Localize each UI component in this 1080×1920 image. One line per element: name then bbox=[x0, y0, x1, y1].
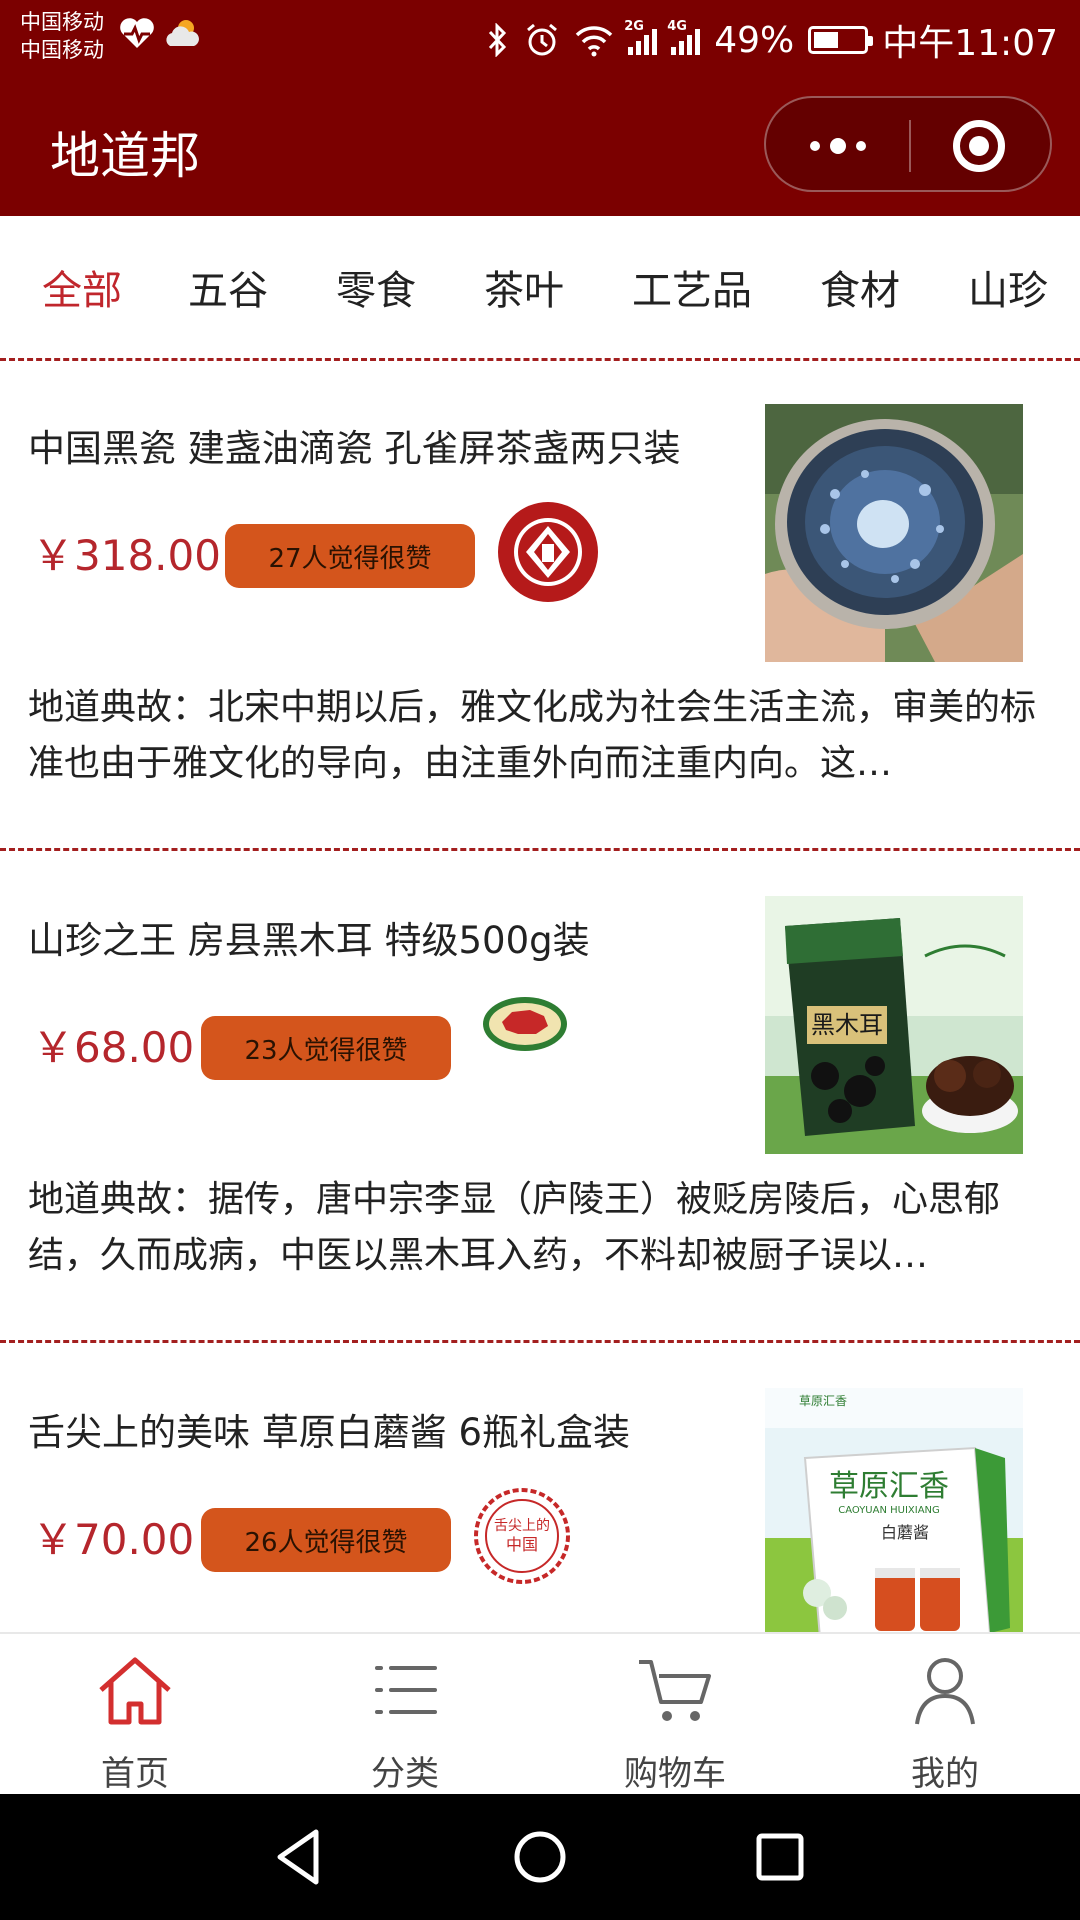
health-heart-icon bbox=[120, 18, 154, 48]
title-bar: 地道邦 bbox=[0, 72, 1080, 216]
nav-home[interactable]: 首页 bbox=[0, 1634, 270, 1796]
tab-all[interactable]: 全部 bbox=[42, 258, 122, 316]
image-product-label: 白蘑酱 bbox=[881, 1523, 929, 1542]
carrier-2-label: 中国移动 bbox=[20, 38, 104, 62]
product-title[interactable]: 山珍之王 房县黑木耳 特级500g装 bbox=[28, 910, 590, 964]
category-tabs: 全部 五谷 零食 茶叶 工艺品 食材 山珍 bbox=[0, 216, 1080, 358]
more-button[interactable] bbox=[766, 98, 909, 194]
wifi-icon bbox=[575, 26, 613, 57]
product-price: ￥318.00 bbox=[32, 531, 221, 580]
geographic-indication-seal-icon bbox=[483, 997, 567, 1051]
close-button[interactable] bbox=[907, 98, 1050, 194]
more-dot-icon bbox=[809, 141, 820, 151]
nav-cart[interactable]: 购物车 bbox=[540, 1634, 810, 1796]
tea-bowl-image bbox=[765, 404, 1023, 662]
home-icon bbox=[99, 1657, 171, 1725]
product-price: ￥70.00 bbox=[32, 1515, 195, 1564]
product-title[interactable]: 舌尖上的美味 草原白蘑酱 6瓶礼盒装 bbox=[28, 1402, 630, 1456]
alarm-icon bbox=[527, 23, 558, 56]
tab-ingredients[interactable]: 食材 bbox=[820, 258, 900, 316]
list-icon bbox=[375, 1666, 437, 1714]
nav-category[interactable]: 分类 bbox=[270, 1634, 540, 1796]
back-icon[interactable] bbox=[266, 1822, 336, 1892]
product-card[interactable]: 山珍之王 房县黑木耳 特级500g装 ￥68.00 23人觉得很赞 黑木耳 地道… bbox=[0, 850, 1080, 1340]
product-card[interactable]: 中国黑瓷 建盏油滴瓷 孔雀屏茶盏两只装 ￥318.00 27人觉得很赞 地道典故… bbox=[0, 358, 1080, 848]
image-brand-large: 草原汇香 bbox=[829, 1469, 949, 1504]
tab-crafts[interactable]: 工艺品 bbox=[632, 258, 752, 316]
nav-category-label: 分类 bbox=[371, 1754, 439, 1794]
nav-home-label: 首页 bbox=[101, 1754, 169, 1794]
image-brand-english: CAOYUAN HUIXIANG bbox=[838, 1505, 940, 1516]
likes-badge[interactable]: 23人觉得很赞 bbox=[201, 1016, 451, 1080]
status-bar: 中国移动 中国移动 2G 4G 49% 中午11:07 bbox=[0, 0, 1080, 72]
tab-mountain-delicacies[interactable]: 山珍 bbox=[968, 258, 1048, 316]
battery-icon bbox=[808, 26, 874, 54]
status-right: 2G 4G 49% 中午11:07 bbox=[486, 14, 1058, 66]
seal-text-line-2: 中国 bbox=[506, 1535, 538, 1554]
more-dot-icon bbox=[829, 138, 846, 154]
more-dot-icon bbox=[855, 141, 866, 151]
product-price: ￥68.00 bbox=[32, 1023, 195, 1072]
china-on-the-tongue-seal-icon: 舌尖上的 中国 bbox=[474, 1488, 570, 1584]
product-title[interactable]: 中国黑瓷 建盏油滴瓷 孔雀屏茶盏两只装 bbox=[28, 418, 681, 472]
black-fungus-image: 黑木耳 bbox=[765, 896, 1023, 1154]
system-navigation-bar bbox=[0, 1794, 1080, 1920]
package-label-text: 黑木耳 bbox=[811, 1011, 883, 1039]
weather-cloudy-icon bbox=[166, 20, 199, 46]
tab-grains[interactable]: 五谷 bbox=[188, 258, 268, 316]
recent-apps-icon[interactable] bbox=[745, 1822, 815, 1892]
nav-cart-label: 购物车 bbox=[624, 1754, 726, 1794]
tab-tea[interactable]: 茶叶 bbox=[484, 258, 564, 316]
product-image[interactable]: 黑木耳 bbox=[765, 896, 1023, 1154]
close-target-icon bbox=[952, 120, 1005, 172]
tab-snacks[interactable]: 零食 bbox=[336, 258, 416, 316]
heritage-seal-icon bbox=[498, 502, 598, 602]
product-story: 地道典故：北宋中期以后，雅文化成为社会生活主流，审美的标准也由于雅文化的导向，由… bbox=[28, 687, 1037, 784]
seal-text-line-1: 舌尖上的 bbox=[494, 1518, 550, 1534]
carrier-1-label: 中国移动 bbox=[20, 10, 104, 34]
image-brand-small: 草原汇香 bbox=[799, 1394, 847, 1408]
carrier-info: 中国移动 中国移动 bbox=[20, 8, 104, 64]
home-circle-icon[interactable] bbox=[505, 1822, 575, 1892]
network-type-1: 2G bbox=[624, 19, 644, 34]
app-title: 地道邦 bbox=[50, 127, 200, 185]
product-image[interactable] bbox=[765, 404, 1023, 662]
clock: 中午11:07 bbox=[882, 23, 1058, 64]
signal-4g-icon: 4G bbox=[667, 19, 701, 55]
product-image[interactable]: 草原汇香 草原汇香 CAOYUAN HUIXIANG 白蘑酱 bbox=[765, 1388, 1023, 1632]
likes-badge[interactable]: 27人觉得很赞 bbox=[225, 524, 475, 588]
mini-program-capsule bbox=[764, 96, 1052, 192]
nav-profile[interactable]: 我的 bbox=[810, 1634, 1080, 1796]
product-story: 地道典故：据传，唐中宗李显（庐陵王）被贬房陵后，心思郁结，久而成病，中医以黑木耳… bbox=[28, 1179, 1001, 1276]
nav-profile-label: 我的 bbox=[911, 1754, 979, 1794]
bottom-tab-bar: 首页 分类 购物车 我的 bbox=[0, 1632, 1080, 1794]
signal-2g-icon: 2G bbox=[624, 19, 658, 55]
user-icon bbox=[915, 1658, 975, 1725]
network-type-2: 4G bbox=[667, 19, 687, 34]
bluetooth-icon bbox=[489, 23, 507, 57]
battery-level bbox=[814, 32, 839, 48]
battery-percent: 49% bbox=[714, 19, 795, 61]
mushroom-sauce-giftbox-image: 草原汇香 草原汇香 CAOYUAN HUIXIANG 白蘑酱 bbox=[765, 1388, 1023, 1632]
likes-badge[interactable]: 26人觉得很赞 bbox=[201, 1508, 451, 1572]
cart-icon bbox=[639, 1660, 711, 1721]
